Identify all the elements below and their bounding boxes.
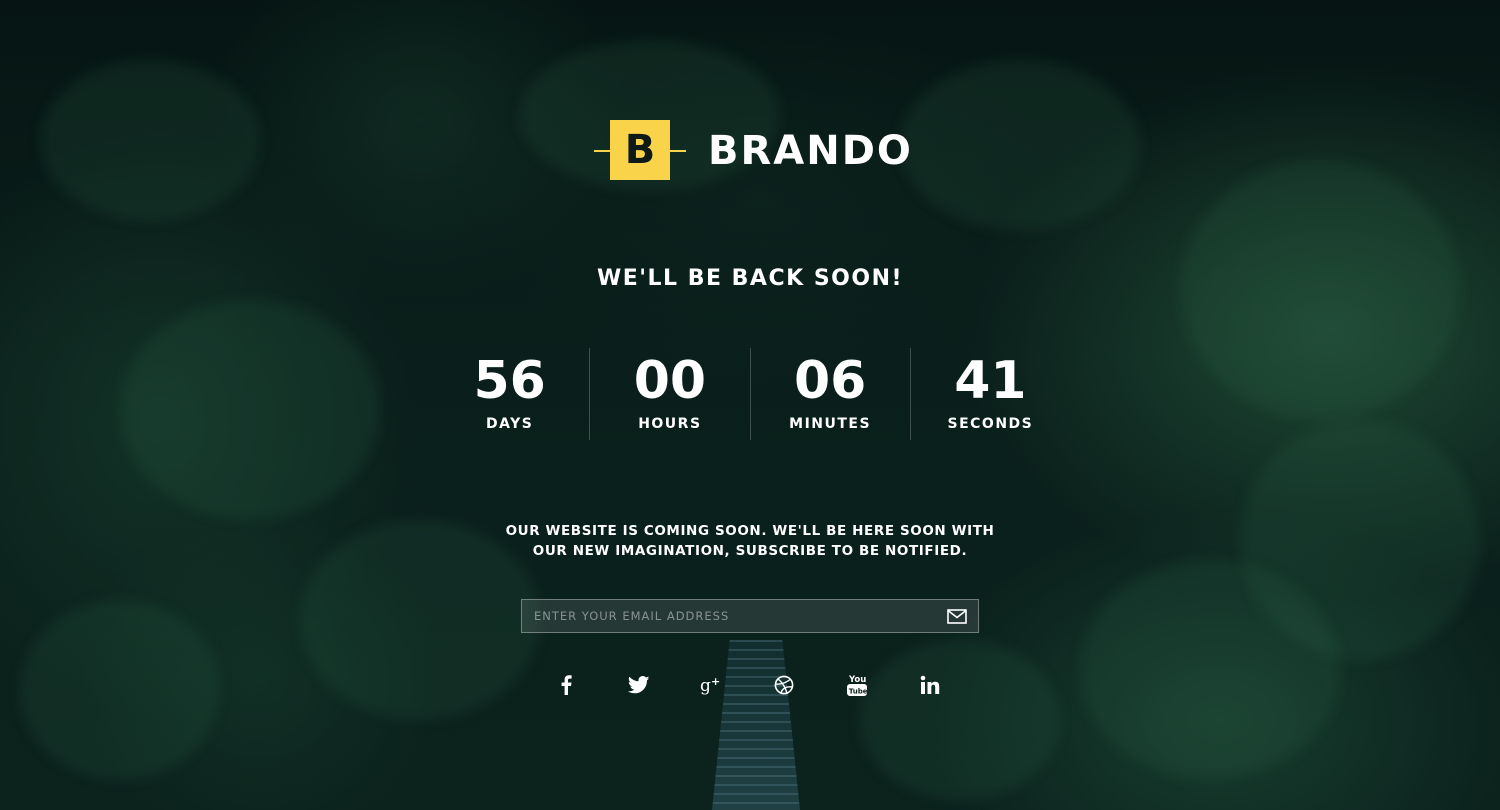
envelope-icon <box>947 608 967 624</box>
countdown-hours: 00 HOURS <box>589 348 749 440</box>
message-line-2: OUR NEW IMAGINATION, SUBSCRIBE TO BE NOT… <box>532 543 968 559</box>
youtube-icon: You Tube <box>847 675 868 696</box>
countdown-days: 56 DAYS <box>430 348 589 440</box>
brand-name: BRANDO <box>708 128 913 174</box>
countdown-minutes: 06 MINUTES <box>749 348 910 440</box>
facebook-link[interactable] <box>530 670 602 700</box>
google-plus-link[interactable]: g + <box>676 670 748 700</box>
brand-logo[interactable]: B BRANDO <box>594 120 913 182</box>
coming-soon-message: OUR WEBSITE IS COMING SOON. WE'LL BE HER… <box>0 521 1500 561</box>
svg-text:Tube: Tube <box>849 688 868 696</box>
linkedin-link[interactable] <box>894 670 966 700</box>
coming-soon-page: B BRANDO WE'LL BE BACK SOON! 56 DAYS 00 … <box>0 0 1500 810</box>
email-input[interactable] <box>522 600 936 632</box>
countdown-seconds-value: 41 <box>954 351 1027 411</box>
message-line-1: OUR WEBSITE IS COMING SOON. WE'LL BE HER… <box>505 523 995 539</box>
twitter-link[interactable] <box>603 670 675 700</box>
logo-letter: B <box>610 120 670 180</box>
subscribe-button[interactable] <box>936 600 978 632</box>
logo-mark: B <box>594 120 686 182</box>
countdown-hours-label: HOURS <box>638 416 702 432</box>
countdown-timer: 56 DAYS 00 HOURS 06 MINUTES 41 SECONDS <box>430 348 1070 440</box>
subscribe-form <box>521 599 979 633</box>
svg-text:g: g <box>700 676 711 695</box>
facebook-icon <box>561 675 572 695</box>
countdown-seconds: 41 SECONDS <box>909 348 1070 440</box>
twitter-icon <box>627 676 650 694</box>
youtube-link[interactable]: You Tube <box>821 670 893 700</box>
countdown-minutes-value: 06 <box>793 351 867 411</box>
svg-text:You: You <box>848 675 866 685</box>
dribbble-icon <box>774 675 794 695</box>
countdown-days-label: DAYS <box>485 416 534 432</box>
countdown-minutes-label: MINUTES <box>789 416 872 432</box>
google-plus-icon: g + <box>700 675 720 695</box>
countdown-days-value: 56 <box>473 351 546 411</box>
dribbble-link[interactable] <box>748 670 820 700</box>
countdown-seconds-label: SECONDS <box>947 416 1034 432</box>
linkedin-icon <box>920 675 940 694</box>
social-links: g + You Tube <box>530 670 966 700</box>
countdown-hours-value: 00 <box>633 351 707 411</box>
svg-text:+: + <box>711 675 720 688</box>
bridge-decoration <box>712 640 800 810</box>
page-headline: WE'LL BE BACK SOON! <box>596 266 904 291</box>
